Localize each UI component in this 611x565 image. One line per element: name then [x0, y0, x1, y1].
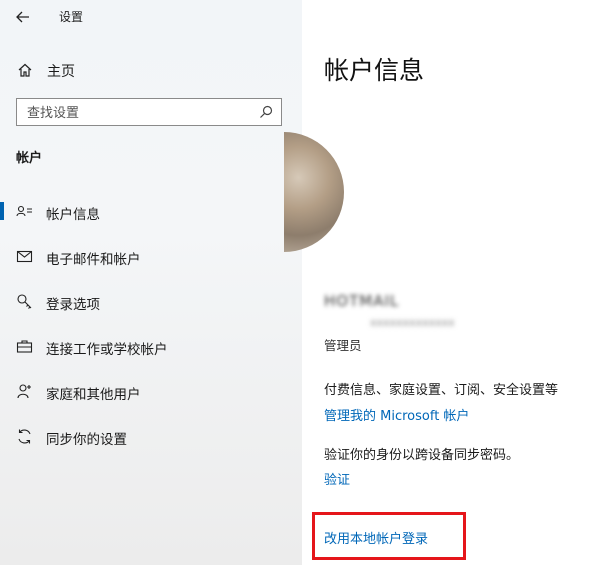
- billing-description: 付费信息、家庭设置、订阅、安全设置等: [324, 383, 559, 398]
- sidebar-item-label: 帐户信息: [46, 207, 100, 223]
- user-name: HOTMAIL: [324, 292, 400, 310]
- sidebar-item-work-school[interactable]: 连接工作或学校帐户: [0, 329, 302, 363]
- section-title: 帐户: [16, 151, 43, 166]
- avatar-photo: [284, 132, 344, 252]
- mail-icon: [16, 248, 33, 265]
- search-icon[interactable]: [259, 105, 273, 119]
- sidebar: 设置 主页 帐户 帐户信息 电子邮件和帐户 登录选项: [0, 0, 302, 565]
- user-role: 管理员: [324, 338, 362, 353]
- selection-indicator: [0, 202, 4, 220]
- sidebar-item-sync-settings[interactable]: 同步你的设置: [0, 419, 302, 453]
- avatar: [284, 132, 344, 252]
- home-icon: [17, 62, 33, 78]
- sidebar-item-home[interactable]: 主页: [0, 56, 302, 84]
- sidebar-item-email-accounts[interactable]: 电子邮件和帐户: [0, 239, 302, 273]
- key-icon: [16, 293, 33, 310]
- sidebar-item-label: 电子邮件和帐户: [46, 252, 141, 268]
- sidebar-item-label: 同步你的设置: [46, 432, 127, 448]
- verify-link[interactable]: 验证: [324, 469, 350, 488]
- sidebar-item-family-users[interactable]: 家庭和其他用户: [0, 374, 302, 408]
- user-email: xxxxxxxxxxxxx: [370, 316, 455, 329]
- sync-icon: [16, 428, 33, 445]
- app-title: 设置: [59, 10, 84, 24]
- sidebar-item-label: 家庭和其他用户: [46, 387, 141, 403]
- sidebar-item-label: 登录选项: [46, 297, 100, 313]
- main-content: 帐户信息 HOTMAIL xxxxxxxxxxxxx 管理员 付费信息、家庭设置…: [284, 0, 611, 565]
- local-account-sign-in-link[interactable]: 改用本地帐户登录: [324, 528, 428, 547]
- manage-microsoft-account-link[interactable]: 管理我的 Microsoft 帐户: [324, 405, 469, 424]
- back-button[interactable]: [12, 6, 34, 28]
- briefcase-icon: [16, 338, 33, 355]
- back-arrow-icon: [16, 11, 30, 23]
- person-card-icon: [16, 203, 33, 220]
- sidebar-item-account-info[interactable]: 帐户信息: [0, 194, 302, 228]
- search-box[interactable]: [16, 98, 282, 126]
- sidebar-item-sign-in-options[interactable]: 登录选项: [0, 284, 302, 318]
- verify-description: 验证你的身份以跨设备同步密码。: [324, 448, 520, 463]
- sidebar-item-label: 连接工作或学校帐户: [46, 342, 168, 358]
- page-title: 帐户信息: [324, 56, 425, 85]
- search-input[interactable]: [25, 103, 249, 123]
- home-label: 主页: [47, 64, 75, 80]
- person-add-icon: [16, 383, 33, 400]
- title-bar: 设置: [0, 0, 302, 34]
